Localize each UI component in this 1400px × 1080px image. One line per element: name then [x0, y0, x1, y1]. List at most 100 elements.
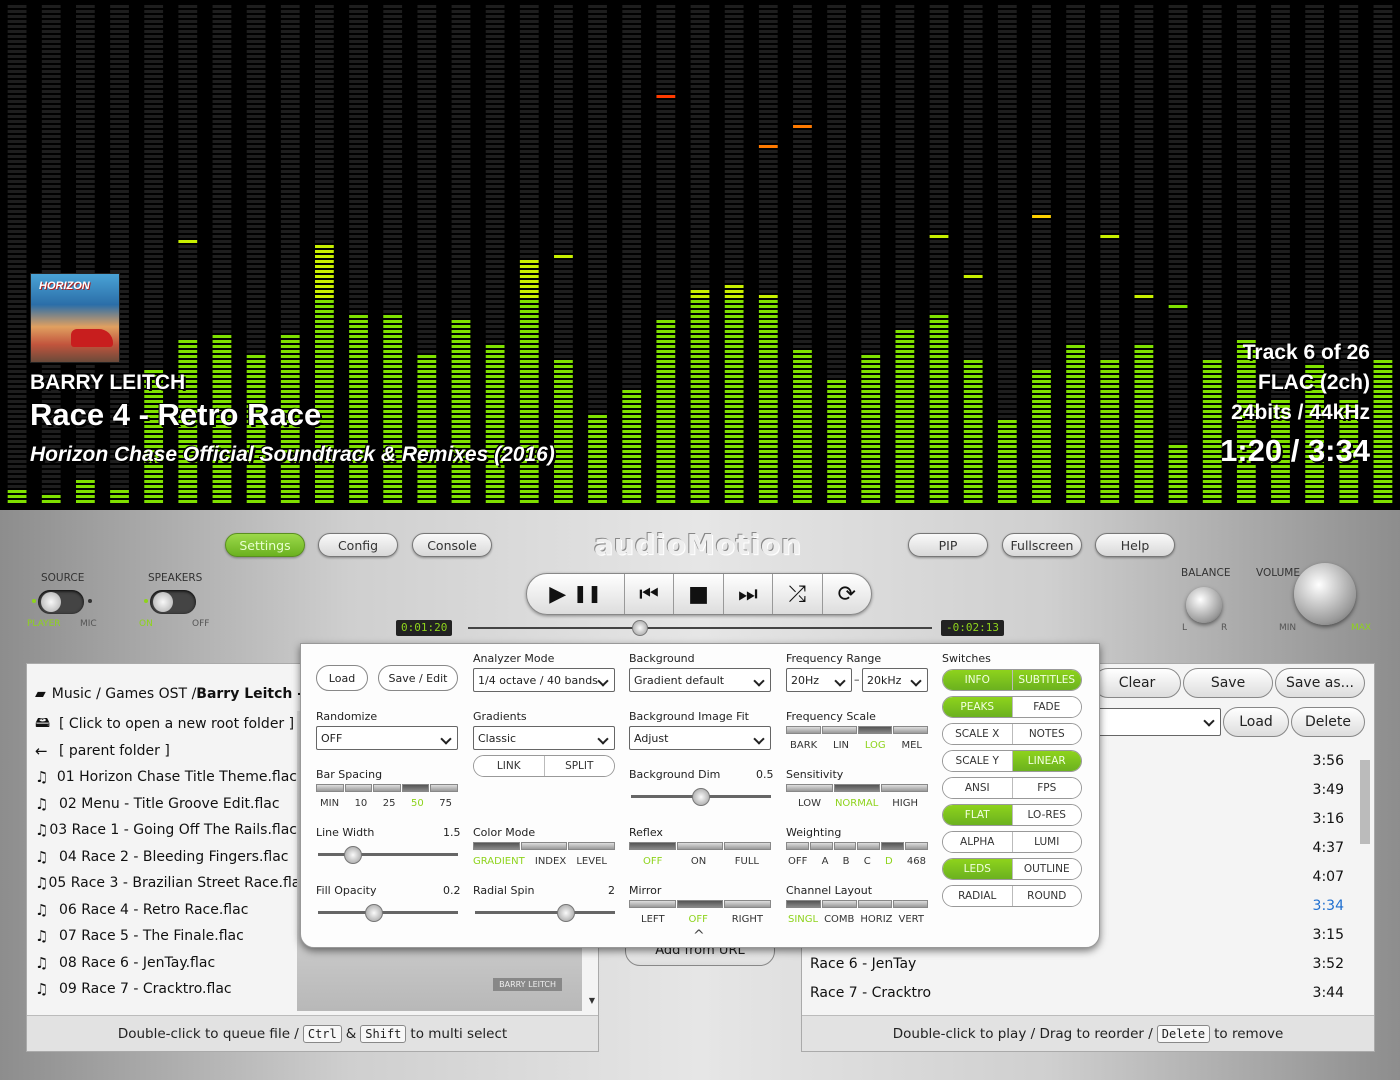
slider-handle[interactable]	[557, 904, 575, 922]
mirror-segment[interactable]	[629, 900, 676, 908]
barspacing-segment[interactable]	[373, 784, 401, 792]
barspacing-segment[interactable]	[430, 784, 458, 792]
sensitivity-segment[interactable]	[833, 784, 881, 792]
reflex-segment[interactable]	[629, 842, 676, 850]
sensitivity-segment[interactable]	[881, 784, 929, 792]
playlist-select[interactable]	[1091, 708, 1221, 736]
reflex-segment[interactable]	[676, 842, 724, 850]
background-select[interactable]: Gradient default	[629, 668, 771, 692]
barspacing-option[interactable]: 50	[411, 798, 424, 809]
colormode-segment[interactable]	[473, 842, 520, 850]
slider-handle[interactable]	[365, 904, 383, 922]
pip-button[interactable]: PIP	[908, 533, 988, 557]
split-toggle[interactable]: SPLIT	[543, 756, 614, 776]
delete-playlist-button[interactable]: Delete	[1291, 707, 1365, 737]
weighting-option[interactable]: B	[843, 856, 850, 867]
bg-dim-slider[interactable]	[631, 788, 771, 806]
collapse-icon[interactable]: ^	[693, 928, 705, 944]
weighting-option[interactable]: OFF	[788, 856, 807, 867]
fullscreen-button[interactable]: Fullscreen	[1002, 533, 1082, 557]
preset-save-edit-button[interactable]: Save / Edit	[378, 665, 458, 691]
help-button[interactable]: Help	[1095, 533, 1175, 557]
reflex-selector[interactable]	[629, 842, 772, 850]
analyzer-mode-select[interactable]: 1/4 octave / 40 bands	[473, 668, 615, 692]
switch-subtitles[interactable]: SUBTITLES	[1011, 670, 1081, 690]
weighting-selector[interactable]	[786, 842, 928, 850]
clear-button[interactable]: Clear	[1093, 668, 1181, 698]
file-item[interactable]: ♫ 05 Race 3 - Brazilian Street Race.flac	[27, 870, 297, 897]
switch-alpha[interactable]: ALPHA	[943, 832, 1012, 852]
barspacing-option[interactable]: 10	[355, 798, 368, 809]
source-toggle[interactable]	[38, 590, 84, 614]
balance-knob[interactable]	[1186, 587, 1222, 623]
link-toggle[interactable]: LINK	[474, 756, 544, 776]
sensitivity-option[interactable]: NORMAL	[835, 798, 878, 809]
weighting-option[interactable]: C	[864, 856, 871, 867]
file-item[interactable]: ♫ 09 Race 7 - Cracktro.flac	[27, 976, 297, 1003]
playlist-item[interactable]: Race 6 - JenTay 3:52	[802, 949, 1362, 978]
weighting-segment[interactable]	[786, 842, 809, 850]
save-button[interactable]: Save	[1183, 668, 1273, 698]
sensitivity-selector[interactable]	[786, 784, 929, 792]
save-as-button[interactable]: Save as...	[1275, 668, 1365, 698]
barspacing-option[interactable]: 25	[383, 798, 396, 809]
barspacing-segment[interactable]	[316, 784, 344, 792]
freqscale-segment[interactable]	[857, 726, 893, 734]
bg-fit-select[interactable]: Adjust	[629, 726, 771, 750]
reflex-option[interactable]: ON	[691, 856, 706, 867]
mirror-segment[interactable]	[724, 900, 772, 908]
channel-segment[interactable]	[821, 900, 857, 908]
switch-radial[interactable]: RADIAL	[943, 886, 1012, 906]
repeat-button[interactable]: ⟳	[821, 574, 871, 614]
switch-linear[interactable]: LINEAR	[1011, 751, 1081, 771]
switch-notes[interactable]: NOTES	[1011, 724, 1081, 744]
next-button[interactable]: ⏭	[722, 574, 772, 614]
freq-min-select[interactable]: 20Hz	[786, 668, 852, 692]
seek-handle[interactable]	[631, 620, 648, 636]
weighting-option[interactable]: 468	[907, 856, 926, 867]
channel-option[interactable]: VERT	[899, 914, 925, 925]
channel-segment[interactable]	[893, 900, 928, 908]
freqscale-segment[interactable]	[821, 726, 857, 734]
freq-scale-selector[interactable]	[786, 726, 928, 734]
weighting-segment[interactable]	[833, 842, 857, 850]
mirror-option[interactable]: RIGHT	[732, 914, 763, 925]
freq-max-select[interactable]: 20kHz	[862, 668, 928, 692]
freqscale-option[interactable]: LOG	[865, 740, 886, 751]
switch-scale-x[interactable]: SCALE X	[943, 724, 1012, 744]
freqscale-segment[interactable]	[786, 726, 821, 734]
sensitivity-option[interactable]: LOW	[798, 798, 821, 809]
barspacing-option[interactable]: 75	[439, 798, 452, 809]
volume-knob[interactable]	[1294, 563, 1356, 625]
barspacing-segment[interactable]	[344, 784, 373, 792]
channel-option[interactable]: COMB	[824, 914, 854, 925]
channel-layout-selector[interactable]	[786, 900, 928, 908]
file-item[interactable]: ♫ 04 Race 2 - Bleeding Fingers.flac	[27, 844, 297, 871]
gradients-select[interactable]: Classic	[473, 726, 615, 750]
barspacing-option[interactable]: MIN	[320, 798, 339, 809]
reflex-option[interactable]: OFF	[643, 856, 662, 867]
weighting-segment[interactable]	[881, 842, 905, 850]
freqscale-segment[interactable]	[893, 726, 928, 734]
spectrum-analyzer[interactable]: HORIZON BARRY LEITCH Race 4 - Retro Race…	[0, 0, 1400, 510]
file-item[interactable]: ♫ 03 Race 1 - Going Off The Rails.flac	[27, 817, 297, 844]
freqscale-option[interactable]: LIN	[833, 740, 849, 751]
weighting-segment[interactable]	[905, 842, 928, 850]
previous-button[interactable]: ⏮	[623, 574, 673, 614]
switch-fade[interactable]: FADE	[1011, 697, 1081, 717]
switch-fps[interactable]: FPS	[1011, 778, 1081, 798]
seek-bar[interactable]	[468, 620, 932, 636]
switch-scale-y[interactable]: SCALE Y	[943, 751, 1012, 771]
slider-handle[interactable]	[344, 846, 362, 864]
weighting-option[interactable]: D	[885, 856, 893, 867]
channel-segment[interactable]	[786, 900, 821, 908]
sensitivity-segment[interactable]	[786, 784, 833, 792]
weighting-segment[interactable]	[809, 842, 833, 850]
bar-spacing-selector[interactable]	[316, 784, 458, 792]
console-button[interactable]: Console	[412, 533, 492, 557]
config-button[interactable]: Config	[318, 533, 398, 557]
gradient-link-split[interactable]: LINK SPLIT	[473, 755, 615, 777]
weighting-segment[interactable]	[857, 842, 881, 850]
load-playlist-button[interactable]: Load	[1223, 707, 1289, 737]
preset-load-button[interactable]: Load	[316, 665, 368, 691]
